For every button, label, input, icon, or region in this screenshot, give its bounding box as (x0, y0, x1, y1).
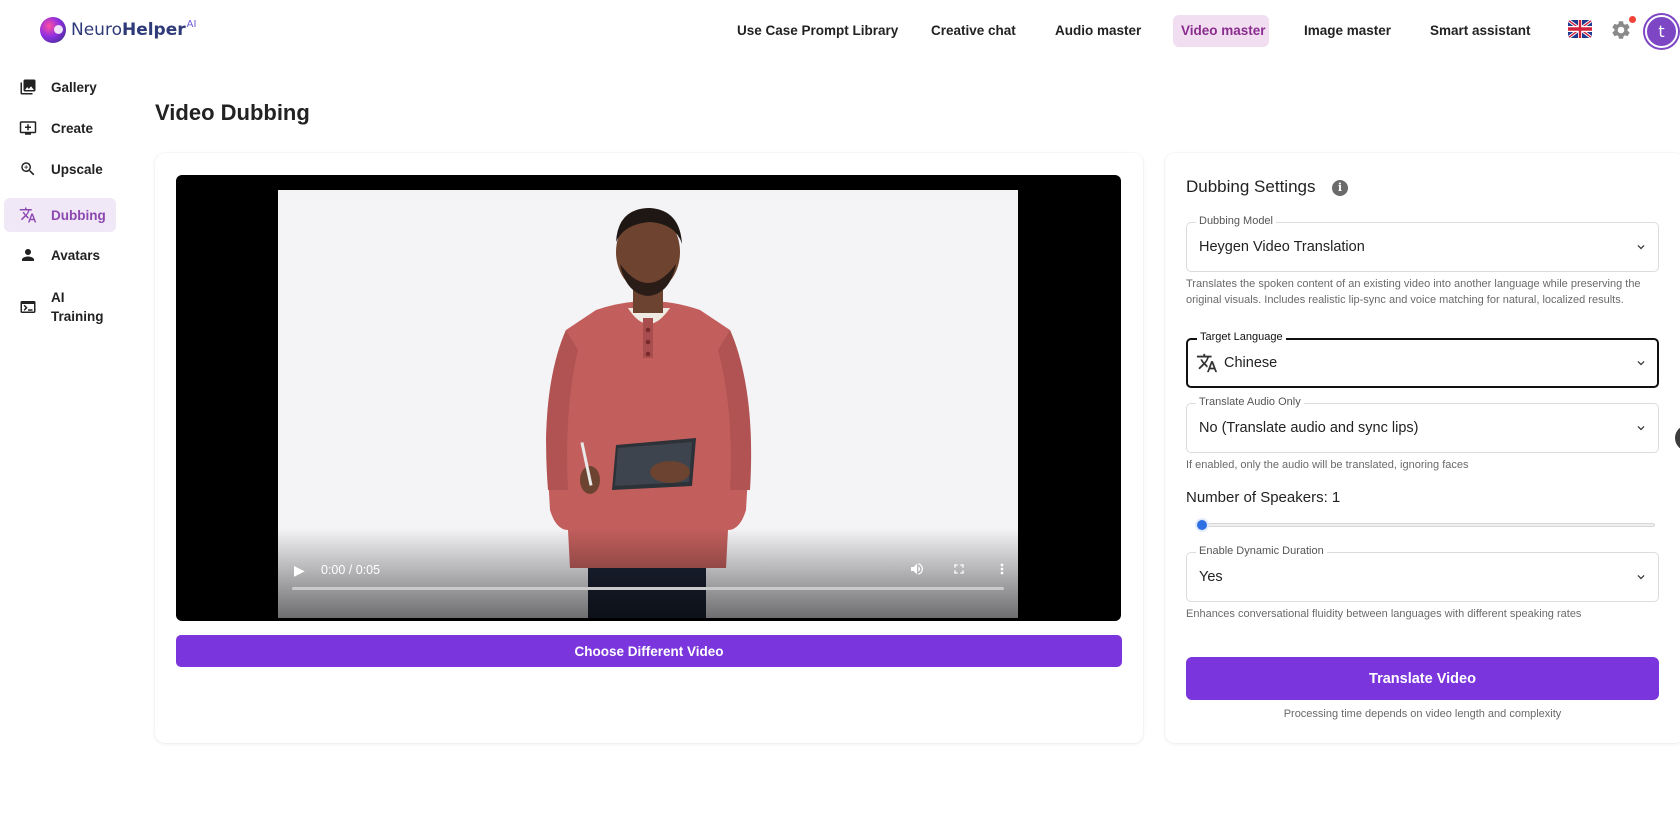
nav-item-image-master[interactable]: Image master (1296, 15, 1399, 47)
chevron-down-icon (1637, 575, 1645, 580)
dynamic-duration-helper: Enhances conversational fluidity between… (1186, 608, 1582, 620)
sidebar-item-label: Avatars (51, 247, 101, 263)
dynamic-duration-value: Yes (1199, 569, 1223, 585)
dubbing-model-select[interactable]: Dubbing Model Heygen Video Translation (1186, 215, 1659, 272)
video-player[interactable]: ▶ 0:00 / 0:05 (176, 175, 1121, 621)
chevron-down-icon (1637, 361, 1645, 366)
translate-audio-only-select[interactable]: Translate Audio Only No (Translate audio… (1186, 396, 1659, 453)
translate-audio-only-label: Translate Audio Only (1196, 396, 1304, 408)
video-preview-image: ▶ 0:00 / 0:05 (278, 190, 1018, 618)
person-icon (22, 249, 34, 261)
fullscreen-icon[interactable] (951, 561, 967, 580)
processing-note: Processing time depends on video length … (1283, 708, 1562, 720)
translate-video-button[interactable]: Translate Video (1186, 657, 1659, 700)
target-language-label: Target Language (1197, 331, 1286, 343)
chevron-down-icon (1637, 426, 1645, 431)
translate-icon (1196, 353, 1218, 373)
speakers-slider-thumb[interactable] (1195, 518, 1209, 532)
volume-icon[interactable] (909, 561, 925, 580)
sidebar-item-create[interactable]: Create (4, 111, 116, 145)
uk-flag-icon[interactable] (1568, 20, 1592, 38)
target-language-value: Chinese (1224, 355, 1278, 371)
dubbing-settings-card: Dubbing Settings i Dubbing Model Heygen … (1165, 153, 1680, 743)
page-title: Video Dubbing (155, 100, 310, 125)
video-time-display: 0:00 / 0:05 (321, 563, 381, 577)
nav-item-video-master[interactable]: Video master (1173, 15, 1269, 47)
nav-item-audio-master[interactable]: Audio master (1047, 15, 1149, 47)
nav-item-creative-chat[interactable]: Creative chat (923, 15, 1024, 47)
sidebar-item-upscale[interactable]: Upscale (4, 152, 116, 186)
gear-icon[interactable] (1610, 19, 1632, 41)
translate-audio-only-value: No (Translate audio and sync lips) (1199, 420, 1419, 436)
brand-name-part1: Neuro (71, 20, 122, 40)
logo-mark-icon (40, 17, 66, 43)
speakers-slider-track[interactable] (1200, 523, 1655, 527)
create-icon (19, 121, 37, 135)
zoom-icon (21, 162, 35, 176)
top-bar: NeuroHelperAI Use Case Prompt Library Cr… (0, 0, 1680, 62)
choose-different-video-button[interactable]: Choose Different Video (176, 635, 1122, 667)
dubbing-model-label: Dubbing Model (1196, 215, 1276, 227)
notification-dot (1629, 16, 1636, 23)
info-icon[interactable]: i (1332, 180, 1348, 196)
sidebar-item-label: Upscale (51, 161, 103, 177)
sidebar-item-label: AI Training (51, 290, 104, 324)
more-options-icon[interactable] (994, 561, 1010, 580)
target-language-select[interactable]: Target Language Chinese (1186, 331, 1659, 388)
brand-name: NeuroHelperAI (71, 19, 197, 40)
settings-title: Dubbing Settings (1186, 177, 1316, 196)
chevron-down-icon (1637, 245, 1645, 250)
brand-logo[interactable]: NeuroHelperAI (40, 17, 196, 43)
sidebar-item-label: Create (51, 120, 94, 136)
video-card: ▶ 0:00 / 0:05 Choose Different Video (155, 153, 1143, 743)
sidebar-item-gallery[interactable]: Gallery (4, 70, 116, 104)
translate-audio-only-helper: If enabled, only the audio will be trans… (1186, 459, 1469, 471)
terminal-icon (20, 301, 36, 313)
brand-name-part2: Helper (121, 20, 186, 40)
video-progress-bar[interactable] (292, 587, 1004, 590)
sidebar-item-avatars[interactable]: Avatars (4, 238, 116, 272)
speakers-label: Number of Speakers: 1 (1186, 489, 1341, 506)
video-controls-shade (278, 528, 1018, 618)
nav-item-smart-assistant[interactable]: Smart assistant (1422, 15, 1539, 47)
user-avatar[interactable]: t (1645, 15, 1678, 48)
sidebar-item-label: Dubbing (51, 207, 106, 223)
translate-icon (19, 207, 37, 223)
gallery-icon (20, 79, 36, 95)
dubbing-model-helper: Translates the spoken content of an exis… (1186, 278, 1641, 306)
sidebar-item-ai-training[interactable]: AI Training (4, 286, 116, 328)
play-icon[interactable]: ▶ (294, 562, 305, 579)
nav-item-use-case-prompt-library[interactable]: Use Case Prompt Library (729, 15, 906, 47)
dynamic-duration-select[interactable]: Enable Dynamic Duration Yes (1186, 545, 1659, 602)
brand-superscript: AI (186, 19, 197, 30)
sidebar-item-dubbing[interactable]: Dubbing (4, 198, 116, 232)
dynamic-duration-label: Enable Dynamic Duration (1196, 545, 1327, 557)
sidebar-item-label: Gallery (51, 79, 97, 95)
dubbing-model-value: Heygen Video Translation (1199, 239, 1365, 255)
